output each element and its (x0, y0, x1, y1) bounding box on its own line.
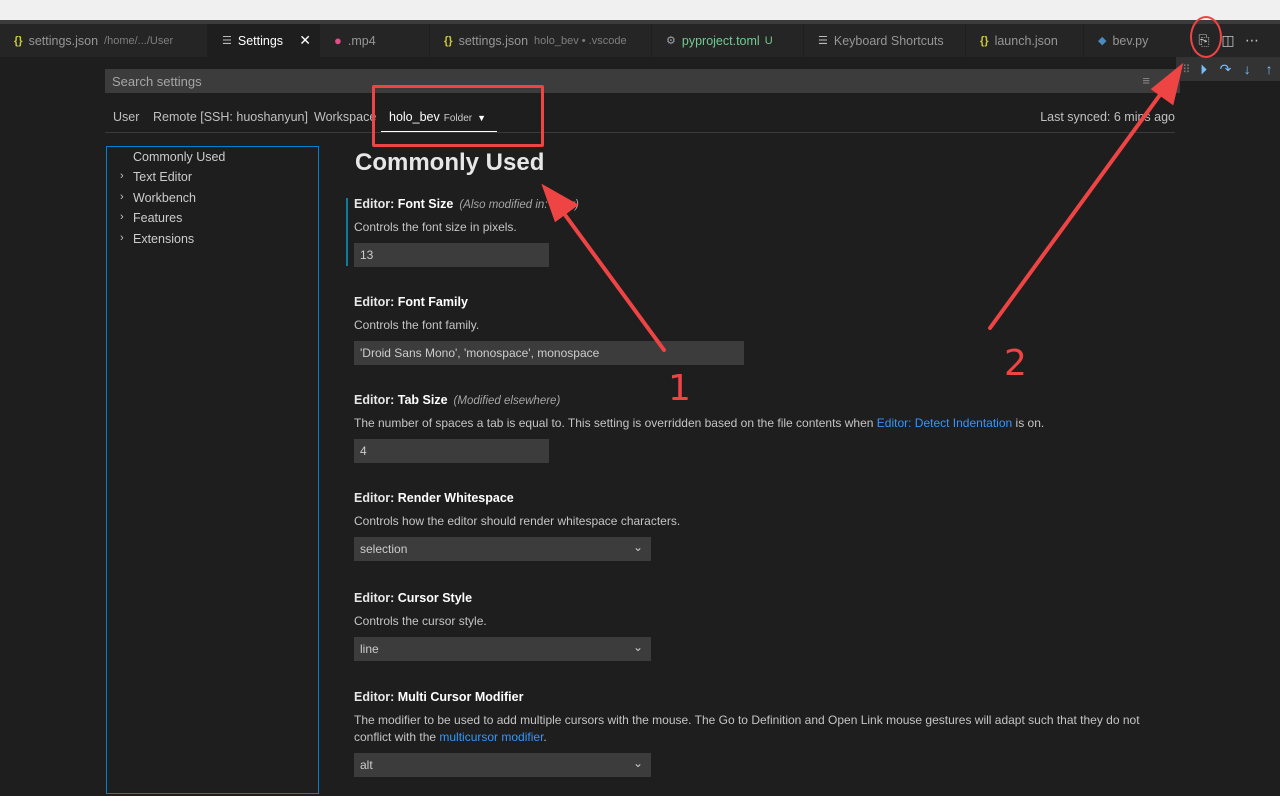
setting-font-size: Editor: Font Size (Also modified in: User… (354, 197, 1174, 267)
scope-tab-remote[interactable]: Remote [SSH: huoshanyun] (153, 110, 308, 124)
json-braces-icon: {} (980, 34, 989, 47)
tab-folder-settings-json[interactable]: {} settings.json holo_bev • .vscode (430, 24, 652, 57)
tab-settings[interactable]: ☰ Settings ✕ (208, 24, 320, 57)
toc-item-workbench[interactable]: › Workbench (107, 191, 317, 211)
media-icon: ● (334, 33, 342, 48)
settings-scope-tabs: User Remote [SSH: huoshanyun] Workspace … (105, 104, 1175, 133)
search-settings-input[interactable]: Search settings ≡ (105, 69, 1180, 93)
chevron-right-icon: › (120, 211, 124, 223)
setting-tab-size: Editor: Tab Size (Modified elsewhere) The… (354, 393, 1174, 463)
section-title: Commonly Used (355, 149, 545, 176)
tab-launch-json[interactable]: {} launch.json (966, 24, 1084, 57)
tab-mp4[interactable]: ● .mp4 (320, 24, 430, 57)
continue-icon[interactable]: ⏵ (1193, 61, 1215, 78)
annotation-label-1: 1 (668, 368, 691, 409)
debug-toolbar: ⠿ ⏵ ↷ ↓ ↑ (1176, 57, 1280, 81)
settings-list-icon: ☰ (222, 35, 232, 47)
multi-cursor-modifier-select[interactable]: alt ⌄ (354, 753, 651, 777)
tab-pyproject-toml[interactable]: ⚙ pyproject.toml U (652, 24, 804, 57)
more-actions-icon[interactable]: ⋯ (1240, 32, 1264, 49)
setting-font-family: Editor: Font Family Controls the font fa… (354, 295, 1174, 365)
gear-icon: ⚙ (666, 35, 676, 47)
chevron-down-icon: ⌄ (632, 640, 643, 654)
drag-grip-icon[interactable]: ⠿ (1180, 63, 1193, 76)
scope-tab-user[interactable]: User (113, 110, 139, 124)
annotation-box-folder-tab (372, 85, 544, 147)
step-over-icon[interactable]: ↷ (1215, 61, 1237, 78)
annotation-circle-open-json (1190, 16, 1222, 58)
toc-item-extensions[interactable]: › Extensions (107, 232, 317, 252)
tab-keyboard-shortcuts[interactable]: ☰ Keyboard Shortcuts (804, 24, 966, 57)
tab-size-input[interactable]: 4 (354, 439, 549, 463)
chevron-right-icon: › (120, 191, 124, 203)
chevron-right-icon: › (120, 232, 124, 244)
json-braces-icon: {} (14, 34, 23, 47)
close-icon[interactable]: ✕ (299, 32, 311, 49)
toc-item-features[interactable]: › Features (107, 211, 317, 231)
tab-user-settings-json[interactable]: {} settings.json /home/.../User (0, 24, 208, 57)
chevron-down-icon: ⌄ (632, 540, 643, 554)
font-family-input[interactable]: 'Droid Sans Mono', 'monospace', monospac… (354, 341, 744, 365)
font-size-input[interactable]: 13 (354, 243, 549, 267)
setting-multi-cursor-modifier: Editor: Multi Cursor Modifier The modifi… (354, 690, 1174, 777)
last-synced-status: Last synced: 6 mins ago (1040, 110, 1175, 124)
tab-bev-py[interactable]: ◆ bev.py (1084, 24, 1192, 57)
render-whitespace-select[interactable]: selection ⌄ (354, 537, 651, 561)
toc-item-text-editor[interactable]: › Text Editor (107, 170, 317, 190)
python-icon: ◆ (1098, 35, 1107, 47)
setting-cursor-style: Editor: Cursor Style Controls the cursor… (354, 591, 1174, 661)
modified-indicator (346, 198, 348, 266)
settings-toc: Commonly Used › Text Editor › Workbench … (106, 146, 319, 794)
window-top-strip (0, 0, 1280, 24)
chevron-right-icon: › (120, 170, 124, 182)
annotation-label-2: 2 (1004, 343, 1027, 384)
chevron-down-icon: ⌄ (632, 756, 643, 770)
clear-filter-icon[interactable]: ≡ (1142, 73, 1150, 88)
editor-tab-bar: {} settings.json /home/.../User ☰ Settin… (0, 24, 1280, 57)
cursor-style-select[interactable]: line ⌄ (354, 637, 651, 661)
step-into-icon[interactable]: ↓ (1236, 61, 1258, 77)
detect-indentation-link[interactable]: Editor: Detect Indentation (877, 416, 1012, 430)
step-out-icon[interactable]: ↑ (1258, 61, 1280, 77)
toc-item-commonly-used[interactable]: Commonly Used (107, 150, 317, 170)
scope-tab-workspace[interactable]: Workspace (314, 110, 376, 124)
setting-render-whitespace: Editor: Render Whitespace Controls how t… (354, 491, 1174, 561)
keyboard-lines-icon: ☰ (818, 35, 828, 47)
json-braces-icon: {} (444, 34, 453, 47)
multicursor-modifier-link[interactable]: multicursor modifier (439, 730, 543, 744)
